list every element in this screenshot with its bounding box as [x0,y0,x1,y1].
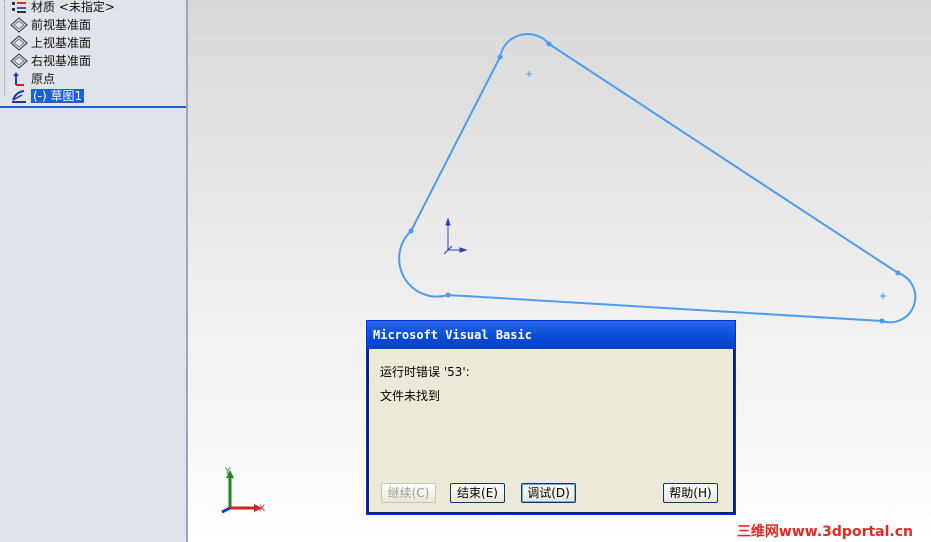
tree-item-origin[interactable]: 原点 [0,70,55,88]
feature-manager-tree: 材质 <未指定> 前视基准面 上视基准面 右视基准面 原点 (-) 草图1 [0,0,188,542]
arc-center-mark [880,293,886,299]
plane-icon [10,53,28,69]
tree-item-right-plane[interactable]: 右视基准面 [0,52,91,70]
sketch-slot-profile [398,33,917,324]
sketch-origin-icon [443,217,468,255]
view-triad-icon: Y X [214,464,274,523]
debug-button[interactable]: 调试(D) [521,483,576,503]
dialog-title: Microsoft Visual Basic [367,321,735,349]
tree-item-label: 右视基准面 [31,54,92,68]
material-icon [10,0,28,15]
tree-item-sketch1[interactable]: (-) 草图1 [0,87,85,105]
tree-item-label: (-) 草图1 [31,89,85,103]
help-button[interactable]: 帮助(H) [663,483,718,503]
sketch-endpoint [546,41,552,47]
tree-item-label: 原点 [31,72,56,86]
sketch-endpoint [879,318,885,324]
tree-item-label: 上视基准面 [31,36,92,50]
tree-item-top-plane[interactable]: 上视基准面 [0,34,91,52]
site-watermark: 三维网www.3dportal.cn [736,524,913,540]
sketch-icon [10,88,28,104]
tree-item-material[interactable]: 材质 <未指定> [0,0,115,16]
origin-icon [10,71,28,87]
plane-icon [10,17,28,33]
runtime-error-text: 运行时错误 '53': [380,365,470,379]
sketch-endpoint [895,270,901,276]
tree-item-label: 材质 <未指定> [31,0,115,14]
sketch-endpoint [445,292,451,298]
sketch-endpoint [497,54,503,60]
axis-y-label: Y [224,467,231,477]
error-message-text: 文件未找到 [380,389,441,403]
end-button[interactable]: 结束(E) [450,483,505,503]
plane-icon [10,35,28,51]
vba-error-dialog: Microsoft Visual Basic 运行时错误 '53': 文件未找到… [366,320,736,515]
arc-center-mark [526,71,532,77]
rollback-bar[interactable] [0,106,186,108]
tree-item-front-plane[interactable]: 前视基准面 [0,16,91,34]
axis-x-label: X [259,504,265,514]
tree-item-label: 前视基准面 [31,18,92,32]
continue-button[interactable]: 继续(C) [381,483,436,503]
sketch-endpoint [408,228,414,234]
